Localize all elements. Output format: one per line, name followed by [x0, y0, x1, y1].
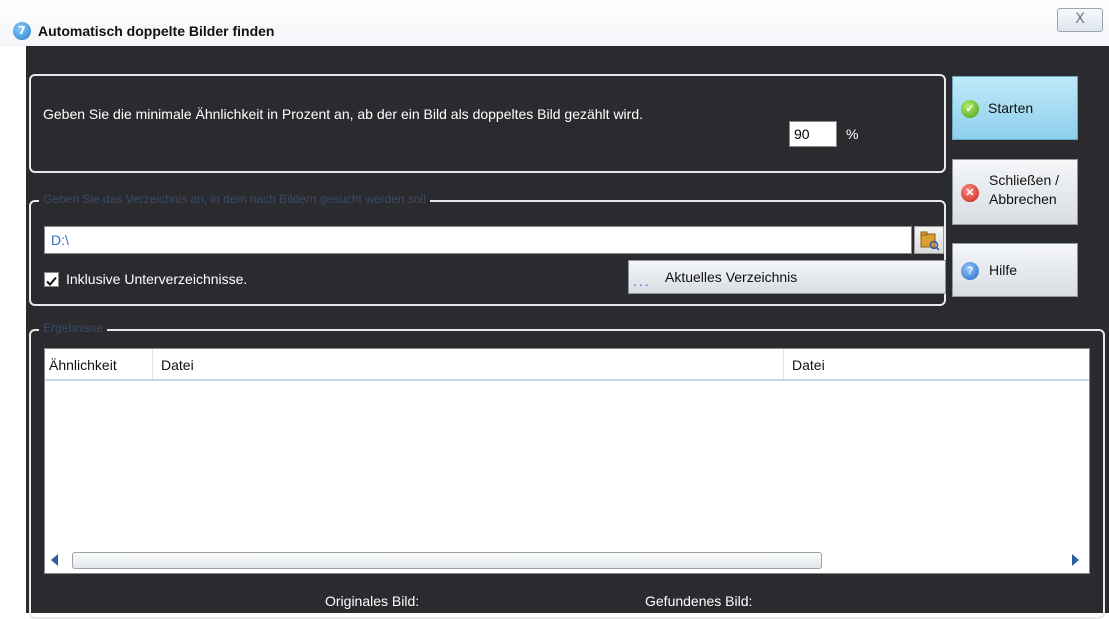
results-legend: Ergebnisse [39, 321, 108, 335]
column-header-file-original[interactable]: Datei [161, 357, 194, 373]
browse-folder-button[interactable] [914, 226, 944, 254]
start-button[interactable]: ✓ Starten [952, 76, 1078, 140]
start-button-label: Starten [988, 100, 1034, 116]
similarity-group: Geben Sie die minimale Ähnlichkeit in Pr… [29, 74, 946, 173]
close-label-line1: Schließen / [989, 172, 1060, 188]
title-bar: 7 Automatisch doppelte Bilder finden X [0, 0, 1109, 46]
column-divider [152, 349, 153, 379]
scrollbar-thumb[interactable] [72, 552, 822, 569]
cancel-icon: ✕ [961, 184, 979, 202]
percent-unit: % [846, 126, 859, 142]
help-icon: ? [961, 262, 979, 280]
table-header: Ähnlichkeit Datei Datei [45, 349, 1089, 381]
dialog-body: Geben Sie die minimale Ähnlichkeit in Pr… [26, 46, 1109, 619]
scroll-left-arrow-icon[interactable] [51, 554, 58, 566]
include-subdirs-checkbox[interactable] [44, 272, 59, 287]
column-header-similarity[interactable]: Ähnlichkeit [49, 357, 117, 373]
directory-legend: Geben Sie das Verzeichnis an, in dem nac… [39, 192, 430, 206]
original-image-label: Originales Bild: [325, 593, 420, 609]
results-group: Ergebnisse Ähnlichkeit Datei Datei Origi… [29, 321, 1105, 619]
close-icon[interactable]: X [1057, 8, 1103, 32]
column-header-file-found[interactable]: Datei [792, 357, 825, 373]
similarity-prompt: Geben Sie die minimale Ähnlichkeit in Pr… [43, 106, 644, 122]
app-icon: 7 [13, 22, 31, 40]
column-divider [783, 349, 784, 379]
current-directory-button[interactable]: ... Aktuelles Verzeichnis [628, 260, 946, 294]
folder-icon [920, 231, 940, 251]
dots-icon: ... [633, 273, 651, 289]
check-icon: ✓ [961, 100, 979, 118]
found-image-label: Gefundenes Bild: [645, 593, 753, 609]
window-title: Automatisch doppelte Bilder finden [38, 23, 275, 39]
close-label-line2: Abbrechen [989, 191, 1057, 207]
results-table[interactable]: Ähnlichkeit Datei Datei [44, 348, 1090, 574]
current-directory-label: Aktuelles Verzeichnis [665, 269, 798, 285]
help-button[interactable]: ? Hilfe [952, 243, 1078, 297]
horizontal-scrollbar[interactable] [45, 549, 1089, 573]
help-button-label: Hilfe [989, 262, 1018, 278]
close-cancel-button[interactable]: ✕ Schließen / Abbrechen [952, 159, 1078, 225]
similarity-percent-input[interactable] [789, 121, 837, 147]
directory-path-input[interactable] [44, 226, 912, 254]
check-mark-icon [46, 276, 57, 286]
include-subdirs-label: Inklusive Unterverzeichnisse. [66, 271, 248, 287]
directory-group: Geben Sie das Verzeichnis an, in dem nac… [29, 192, 946, 306]
scroll-right-arrow-icon[interactable] [1072, 554, 1079, 566]
